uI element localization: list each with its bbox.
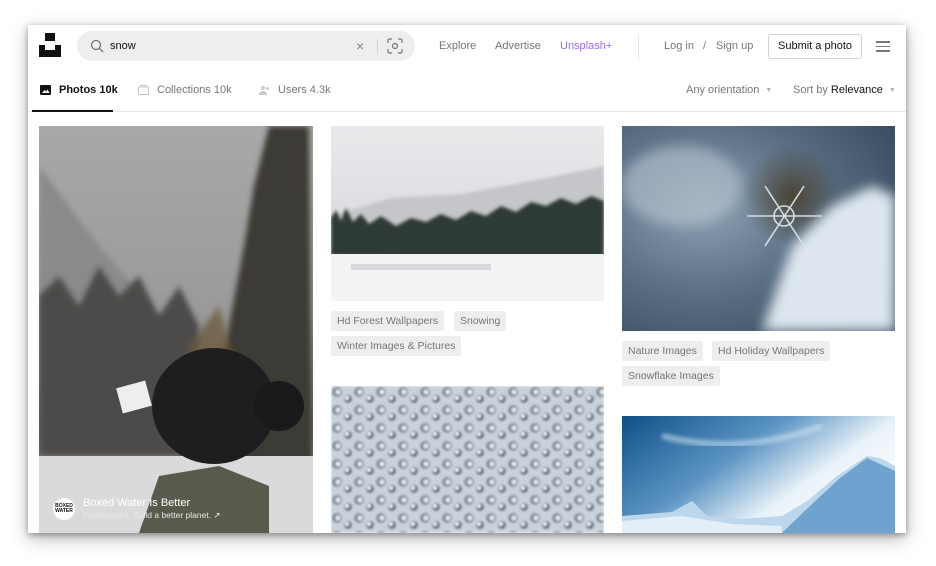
search-input[interactable] (110, 36, 350, 56)
photo-image (622, 416, 895, 533)
search-icon[interactable] (90, 39, 104, 53)
users-icon (259, 86, 269, 95)
tag-chip[interactable]: Nature Images (622, 341, 703, 361)
submit-photo-button[interactable]: Submit a photo (768, 34, 862, 59)
tag-chip[interactable]: Snowing (454, 311, 507, 331)
orientation-label: Any orientation (686, 84, 760, 96)
nav-unsplash-plus[interactable]: Unsplash+ (560, 40, 612, 52)
top-navigation: × Explore Advertise Unsplash+ Log in / S… (28, 25, 906, 69)
login-link[interactable]: Log in (664, 40, 694, 52)
chevron-down-icon: ▼ (765, 86, 773, 94)
tag-chip[interactable]: Hd Holiday Wallpapers (712, 341, 831, 361)
tab-collections-label: Collections 10k (157, 84, 232, 96)
photo-image (331, 126, 604, 301)
photo-snowflake[interactable] (622, 126, 895, 331)
tag-chip[interactable]: Hd Forest Wallpapers (331, 311, 445, 331)
sponsor-overlay[interactable]: BOXED WATER Boxed Water Is Better Plant-… (53, 497, 221, 521)
sponsor-subtitle[interactable]: Plant-based. Build a better planet. ↗ (83, 510, 221, 521)
active-tab-indicator (32, 110, 113, 112)
photo-foggy-forest[interactable] (331, 126, 604, 301)
sort-prefix: Sort by (793, 84, 828, 96)
search-divider (377, 39, 378, 53)
nav-explore[interactable]: Explore (439, 40, 476, 52)
chevron-down-icon: ▼ (888, 86, 896, 94)
orientation-filter[interactable]: Any orientation ▼ (686, 84, 772, 96)
photo-image (622, 126, 895, 331)
tab-collections[interactable]: Collections 10k (138, 84, 232, 96)
tag-chip[interactable]: Snowflake Images (622, 366, 720, 386)
photo-snowy-mountain[interactable] (622, 416, 895, 533)
browser-window: × Explore Advertise Unsplash+ Log in / S… (28, 25, 906, 533)
sort-value: Relevance (830, 84, 883, 96)
nav-divider (638, 35, 639, 59)
menu-icon[interactable] (876, 41, 890, 52)
photo-image (39, 126, 313, 533)
nav-advertise[interactable]: Advertise (495, 40, 541, 52)
auth-separator: / (703, 40, 707, 52)
tab-users[interactable]: Users 4.3k (259, 84, 331, 96)
sponsor-title[interactable]: Boxed Water Is Better (83, 497, 221, 510)
tab-photos[interactable]: Photos 10k (40, 84, 118, 96)
photo-image (331, 386, 604, 533)
tab-users-label: Users 4.3k (278, 84, 331, 96)
photo-boxed-water[interactable]: BOXED WATER Boxed Water Is Better Plant-… (39, 126, 313, 533)
tag-chip[interactable]: Winter Images & Pictures (331, 336, 462, 356)
tab-photos-label: Photos 10k (59, 84, 118, 96)
visual-search-icon[interactable] (387, 38, 403, 54)
photo-icon (40, 85, 51, 95)
clear-search-icon[interactable]: × (356, 37, 364, 55)
photo-aerial-forest[interactable] (331, 386, 604, 533)
search-tabs: Photos 10k Collections 10k Users 4.3k (28, 69, 906, 112)
sponsor-avatar[interactable]: BOXED WATER (53, 498, 75, 520)
signup-link[interactable]: Sign up (716, 40, 753, 52)
search-bar: × (77, 31, 415, 61)
collection-icon (138, 85, 149, 95)
sort-filter[interactable]: Sort by Relevance ▼ (793, 84, 896, 96)
unsplash-logo[interactable] (39, 33, 61, 57)
